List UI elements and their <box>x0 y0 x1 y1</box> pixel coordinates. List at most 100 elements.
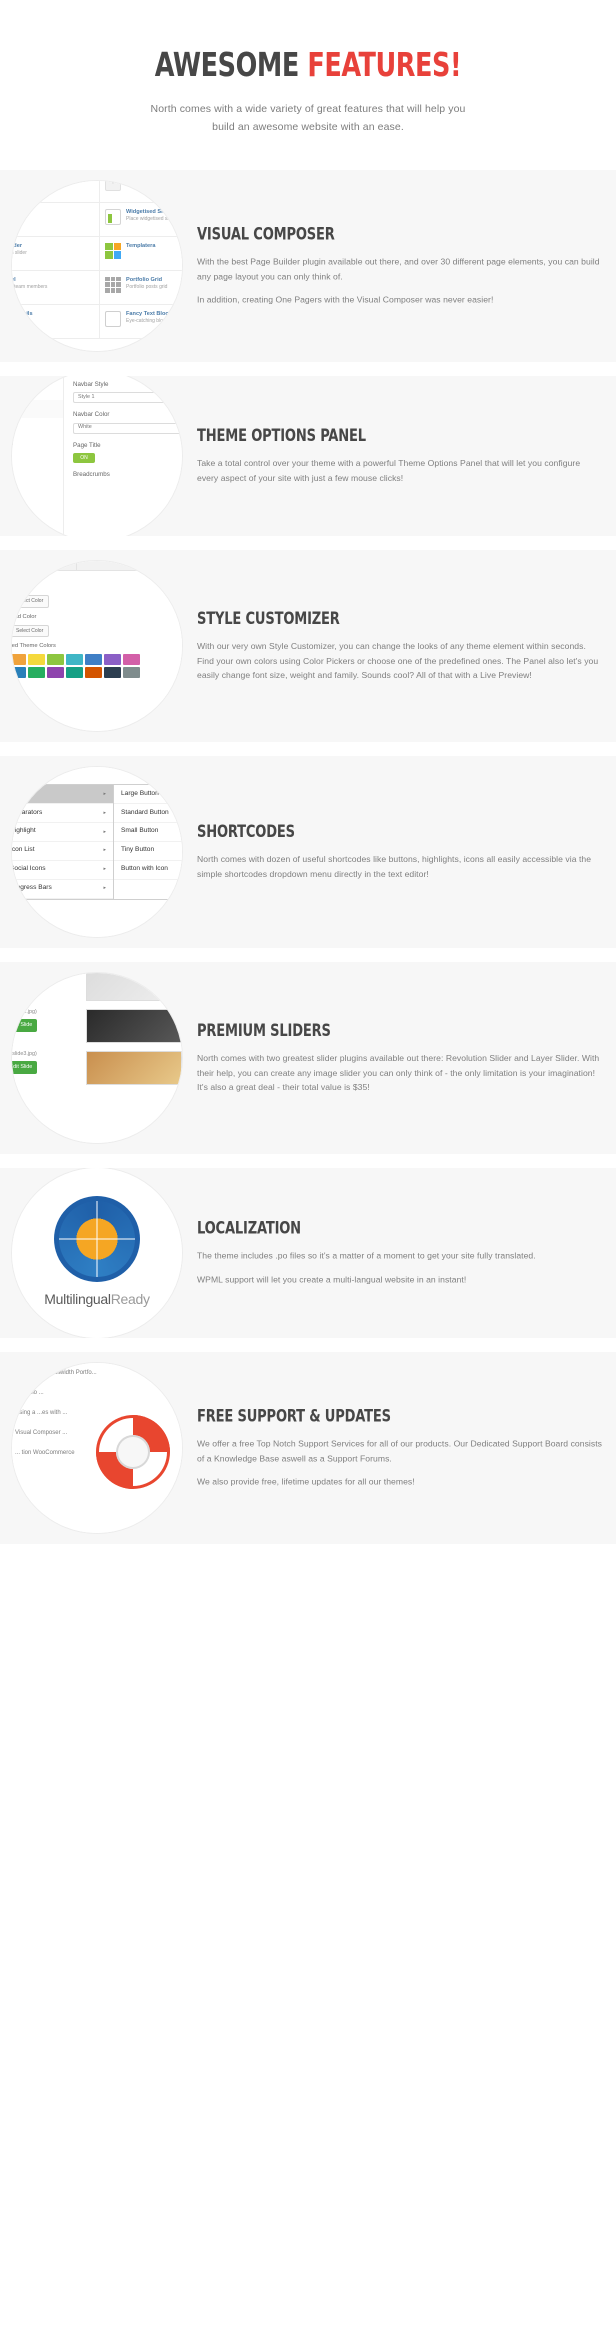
slide-thumbnail[interactable] <box>86 972 182 1001</box>
page-title-toggle[interactable]: ON <box>73 452 95 463</box>
vc-element-name: Team Carousel <box>12 276 16 283</box>
vc-element-desc: Eye-catching block of text <box>126 318 182 324</box>
to-nav-sidebars[interactable]: Sidebars <box>12 472 63 490</box>
to-nav-general[interactable]: General <box>12 382 63 400</box>
feature-body: With the best Page Builder plugin availa… <box>197 254 602 307</box>
slide-name: Slide (slide3.jpg) <box>12 1050 37 1057</box>
chevron-right-icon: ▸ <box>103 885 106 892</box>
hero-section: AWESOME FEATURES! North comes with a wid… <box>0 0 616 170</box>
chevron-right-icon: ▸ <box>103 790 106 797</box>
vc-element-desc: Toggle element for Q&A block <box>126 182 182 188</box>
localization-screenshot: MultilingualReady <box>12 1167 182 1338</box>
vc-element: Widgetised Sidebar Place widgetised sideb… <box>100 202 182 237</box>
to-nav-footer[interactable]: Footer <box>12 418 63 436</box>
chevron-right-icon: ▸ <box>103 866 106 873</box>
feature-title: FREE SUPPORT & UPDATES <box>197 1406 391 1426</box>
feature-paragraph: In addition, creating One Pagers with th… <box>197 294 494 305</box>
feature-copy: PREMIUM SLIDERS North comes with two gre… <box>197 1021 602 1095</box>
edit-slide-button[interactable]: ✎Edit Slide <box>12 1019 38 1033</box>
feature-body: North comes with dozen of useful shortco… <box>197 852 602 882</box>
tab-page[interactable]: Page <box>51 560 78 571</box>
shortcodes-submenu: Large Button Standard Button Small Butto… <box>114 784 182 900</box>
menu-item-separators[interactable]: Separators ▸ <box>12 804 113 823</box>
feature-paragraph: Take a total control over your theme wit… <box>197 457 581 483</box>
widget-icon <box>105 208 121 225</box>
slide-name: Slide (slide2.jpg) <box>12 1008 37 1015</box>
vc-element: Team CarouselCarousel of your team membe… <box>12 270 100 305</box>
submenu-large-button[interactable]: Large Button <box>114 785 182 805</box>
submenu-tiny-button[interactable]: Tiny Button <box>114 842 182 861</box>
to-nav-portfolio[interactable]: Portfolio <box>12 436 63 454</box>
vc-element-name: Portfolio Post Details <box>12 310 33 317</box>
edit-slide-button[interactable]: ✎Edit Slide <box>12 1061 38 1075</box>
theme-color-palette[interactable] <box>12 654 140 679</box>
slide-thumbnail[interactable] <box>86 1008 182 1043</box>
text-block-icon <box>105 310 121 327</box>
feature-title: SHORTCODES <box>197 821 295 841</box>
vc-element-desc: Carousel of your team members <box>12 284 48 290</box>
theme-options-screenshot: North General Header Footer Portfolio Co… <box>12 375 182 536</box>
support-topic[interactable]: Portfolio ... <box>12 1383 182 1403</box>
feature-paragraph: With the best Page Builder plugin availa… <box>197 256 600 281</box>
feature-body: With our very own Style Customizer, you … <box>197 639 602 683</box>
field-label: Page Title <box>73 441 101 449</box>
feature-copy: STYLE CUSTOMIZER With our very own Style… <box>197 609 602 683</box>
slide-row: Slide (slide1.jpg) ✎Edit Slide <box>12 972 182 1005</box>
chevron-right-icon: ▸ <box>103 847 106 854</box>
feature-premium-sliders: Slide (slide1.jpg) ✎Edit Slide Slide (sl… <box>0 961 616 1154</box>
menu-item-social-icons[interactable]: Social Icons ▸ <box>12 861 113 880</box>
feature-copy: THEME OPTIONS PANEL Take a total control… <box>197 426 602 486</box>
vc-element: Revolution SliderPlace Revolution slider <box>12 236 100 271</box>
slide-name: Slide (slide1.jpg) <box>12 973 81 974</box>
feature-copy: SHORTCODES North comes with dozen of use… <box>197 822 602 882</box>
vc-element-desc: Place Revolution slider <box>12 250 27 256</box>
feature-body: We offer a free Top Notch Support Servic… <box>197 1436 602 1489</box>
feature-paragraph: North comes with dozen of useful shortco… <box>197 853 592 879</box>
vc-element-name: Portfolio Grid <box>126 276 163 283</box>
select-color-button[interactable]: Select Color <box>12 624 50 638</box>
support-screenshot: Revolution Slider - Arrows Ne... How to … <box>12 1362 182 1533</box>
submenu-standard-button[interactable]: Standard Button <box>114 804 182 823</box>
style-customizer-screenshot: Header Page Title Page Accent Color Sele… <box>12 560 182 731</box>
tab-page-title[interactable]: Page Title <box>13 560 52 571</box>
menu-item-icon-list[interactable]: Icon List ▸ <box>12 842 113 861</box>
navbar-style-select[interactable]: Style 1 <box>73 392 182 404</box>
page-title: AWESOME FEATURES! <box>78 45 539 84</box>
page-title-dark: AWESOME <box>154 45 308 84</box>
submenu-button-with-icon[interactable]: Button with Icon <box>114 861 182 880</box>
submenu-small-button[interactable]: Small Button <box>114 823 182 842</box>
support-topic[interactable]: Using a ...es with ... <box>12 1403 182 1423</box>
support-topic[interactable]: How to get a Fullwidth Portfo... <box>12 1363 182 1383</box>
menu-item-buttons[interactable]: Buttons ▸ <box>12 785 113 805</box>
slide-thumbnail[interactable] <box>86 1050 182 1085</box>
vc-element-desc: jQuery UI accordion <box>12 216 21 222</box>
select-color-button[interactable]: Select Color <box>12 595 50 608</box>
to-nav-archives[interactable]: Archives <box>12 509 63 527</box>
vc-element-name: Accordion <box>12 209 20 216</box>
page-title-accent: FEATURES! <box>307 45 462 84</box>
feature-style-customizer: Header Page Title Page Accent Color Sele… <box>0 549 616 742</box>
feature-body: North comes with two greatest slider plu… <box>197 1051 602 1095</box>
to-nav-customizer[interactable]: Customizer <box>12 490 63 508</box>
navbar-color-select[interactable]: White <box>73 422 182 434</box>
vc-element: Fancy Text Block Eye-catching block of te… <box>100 304 182 339</box>
visual-composer-screenshot: Google+ ButtonRecommend on Google FAQTog… <box>12 180 182 351</box>
feature-paragraph: With our very own Style Customizer, you … <box>197 640 599 681</box>
vc-element-name: Widgetised Sidebar <box>126 208 178 215</box>
feature-title: PREMIUM SLIDERS <box>197 1020 331 1040</box>
vc-element: FAQToggle element for Q&A block <box>100 180 182 203</box>
menu-item-highlight[interactable]: Highlight ▸ <box>12 823 113 842</box>
edit-slide-button[interactable]: ✎Edit Slide <box>12 977 38 991</box>
globe-icon <box>54 1196 140 1283</box>
feature-copy: VISUAL COMPOSER With the best Page Build… <box>197 224 602 307</box>
slide-row: Slide (slide3.jpg) ✎Edit Slide <box>12 1047 182 1089</box>
feature-paragraph: The theme includes .po files so it's a m… <box>197 1250 536 1261</box>
menu-item-progress-bars[interactable]: Progress Bars ▸ <box>12 880 113 899</box>
to-nav-header[interactable]: Header <box>12 399 63 419</box>
feature-visual-composer: Google+ ButtonRecommend on Google FAQTog… <box>0 169 616 362</box>
vc-element: Templatera <box>100 236 182 271</box>
vc-element-name: Revolution Slider <box>12 242 22 249</box>
editor-toolbar: ▴ <box>12 767 182 784</box>
to-nav-contact[interactable]: Contact <box>12 454 63 472</box>
shortcodes-screenshot: ▴ Buttons▸ Separators▸ Highlight▸ Icon L… <box>12 766 182 937</box>
